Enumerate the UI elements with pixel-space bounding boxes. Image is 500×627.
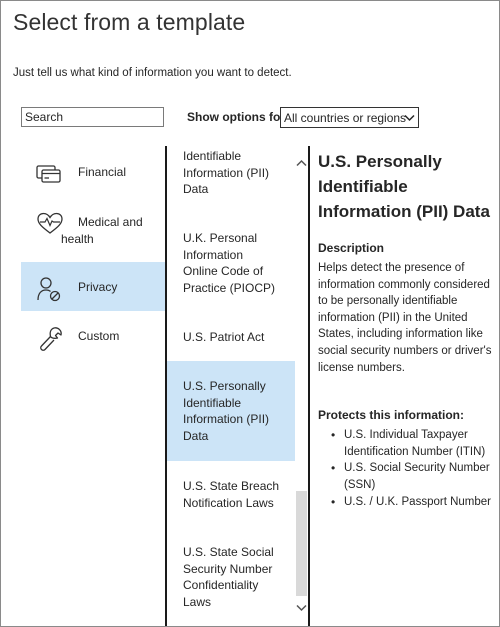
template-line: Notification Laws: [183, 495, 274, 510]
template-line: U.S. State Social: [183, 545, 274, 559]
dialog-subtitle: Just tell us what kind of information yo…: [13, 67, 292, 79]
category-label: Financial: [78, 165, 127, 179]
wrench-icon: [40, 327, 62, 351]
details-title-line: U.S. Personally: [318, 152, 442, 171]
description-line: information commonly considered: [318, 278, 490, 291]
scroll-down-icon[interactable]: [295, 601, 308, 614]
template-line: Data: [183, 182, 209, 196]
template-line: U.S. State Breach: [183, 479, 280, 493]
template-item-state-breach[interactable]: U.S. State Breach Notification Laws: [167, 478, 295, 511]
template-details: U.S. Personally Identifiable Information…: [318, 149, 496, 510]
protects-heading: Protects this information:: [318, 408, 465, 423]
description-line: States, including information like: [318, 328, 483, 341]
protects-item-line: (SSN): [344, 478, 376, 491]
protects-item-line: U.S. Social Security Number: [344, 462, 490, 475]
protects-list: U.S. Individual Taxpayer Identification …: [318, 427, 496, 510]
template-line: Information: [183, 247, 244, 262]
person-block-icon: [37, 277, 61, 302]
template-line: Security Number: [183, 561, 273, 576]
scroll-up-icon[interactable]: [295, 157, 308, 170]
description-text: Helps detect the presence of information…: [318, 260, 496, 376]
details-title: U.S. Personally Identifiable Information…: [318, 149, 496, 224]
category-label: Privacy: [78, 280, 118, 294]
template-line: Identifiable: [183, 395, 242, 410]
protects-item: U.S. Individual Taxpayer Identification …: [318, 427, 496, 460]
description-line: license numbers.: [318, 361, 405, 374]
category-medical[interactable]: Medical and health: [21, 197, 165, 262]
template-item-pii[interactable]: Identifiable Information (PII) Data: [167, 148, 295, 198]
description-line: Helps detect the presence of: [318, 262, 465, 274]
category-label-line1: Medical and: [78, 215, 143, 229]
template-item-patriot-act[interactable]: U.S. Patriot Act: [167, 329, 295, 346]
description-heading: Description: [318, 241, 385, 255]
template-item-state-ssn[interactable]: U.S. State Social Security Number Confid…: [167, 544, 295, 610]
description-line: social security numbers or driver's: [318, 344, 492, 357]
description-line: information (PII) in the United: [318, 311, 468, 324]
category-label-line2: health: [61, 232, 94, 246]
template-line: Information (PII): [183, 412, 270, 426]
show-options-label: Show options for: [187, 110, 285, 124]
region-select-value: All countries or regions: [284, 110, 407, 125]
column-divider: [308, 146, 310, 626]
scroll-thumb[interactable]: [296, 491, 307, 596]
protects-item-line: Identification Number (ITIN): [344, 445, 486, 458]
protects-item-line: U.S. / U.K. Passport Number: [344, 495, 491, 508]
template-item-uk-piocp[interactable]: U.K. Personal Information Online Code of…: [167, 230, 295, 296]
template-line: U.S. Personally: [183, 379, 266, 393]
search-input[interactable]: [21, 107, 164, 127]
template-dialog: Select from a template Just tell us what…: [0, 0, 500, 627]
template-line: U.K. Personal: [183, 231, 258, 245]
template-line: U.S. Patriot Act: [183, 330, 265, 344]
chevron-down-icon: [404, 114, 415, 122]
category-privacy[interactable]: Privacy: [21, 262, 165, 311]
credit-card-icon: [36, 165, 61, 183]
region-select[interactable]: All countries or regions: [280, 107, 419, 128]
template-line: Practice (PIOCP): [183, 280, 276, 295]
protects-item: U.S. Social Security Number (SSN): [318, 460, 496, 493]
heart-pulse-icon: [37, 212, 63, 234]
category-financial[interactable]: Financial: [21, 148, 165, 197]
dialog-title: Select from a template: [13, 9, 246, 35]
template-line: Identifiable: [183, 149, 242, 163]
template-line: Laws: [183, 594, 212, 609]
template-list: Identifiable Information (PII) Data U.K.…: [167, 146, 295, 626]
template-scrollbar[interactable]: [295, 146, 308, 626]
details-title-line: Identifiable: [318, 177, 408, 196]
template-item-us-pii[interactable]: U.S. Personally Identifiable Information…: [167, 361, 295, 461]
category-list: Financial Medical and health Privacy Cus…: [21, 146, 165, 360]
details-title-line: Information (PII) Data: [318, 202, 490, 221]
category-label: Custom: [78, 329, 120, 343]
description-line: to be personally identifiable: [318, 295, 458, 308]
protects-item: U.S. / U.K. Passport Number: [318, 494, 496, 511]
protects-item-line: U.S. Individual Taxpayer: [344, 429, 468, 442]
template-line: Data: [183, 428, 209, 443]
template-line: Information (PII): [183, 165, 270, 180]
category-custom[interactable]: Custom: [21, 311, 165, 360]
template-line: Online Code of: [183, 264, 264, 278]
template-line: Confidentiality: [183, 578, 259, 592]
